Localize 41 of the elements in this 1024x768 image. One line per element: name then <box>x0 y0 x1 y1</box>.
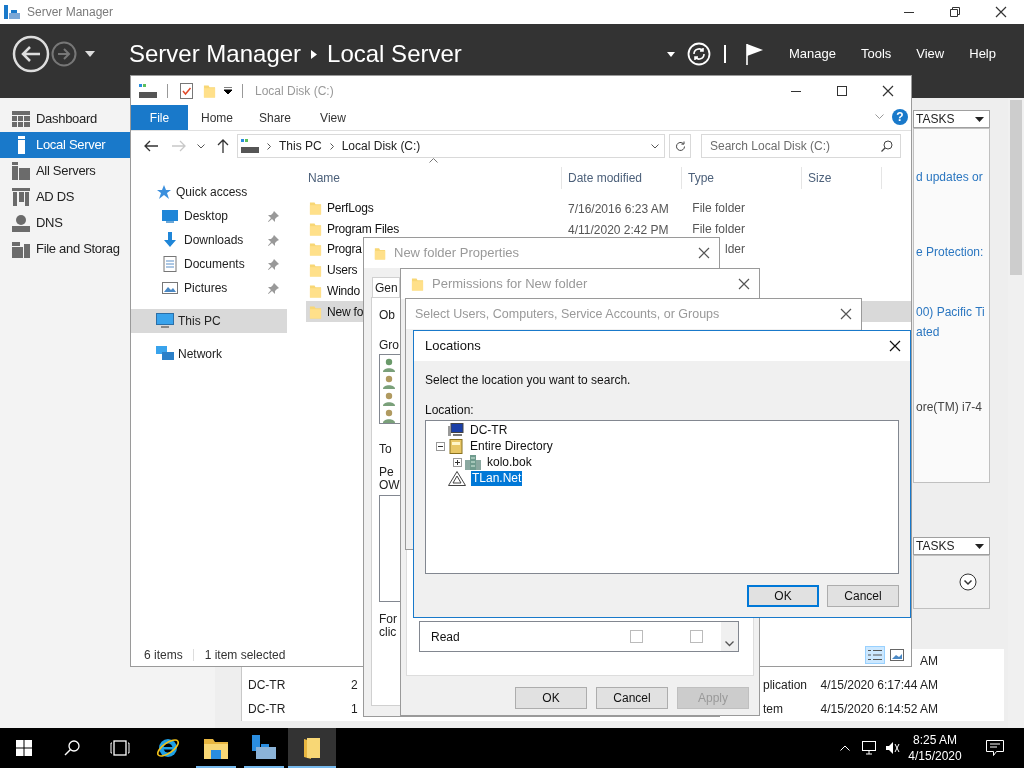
page-title: Local Server <box>327 39 462 69</box>
file-type: File folder <box>692 221 745 238</box>
file-type: File folder <box>692 200 745 217</box>
file-name: Users <box>327 261 358 279</box>
label-text: Gro <box>379 337 399 353</box>
label-text: OW <box>379 479 400 492</box>
dialog-title: Select Users, Computers, Service Accounts, or Groups <box>415 305 720 323</box>
label-text: For <box>379 613 397 626</box>
dialog-title: Permissions for New folder <box>432 275 588 294</box>
field-label: Location: <box>425 402 475 417</box>
file-name: New fo <box>327 303 364 321</box>
table-cell-text: 4/15/2020 6:14:52 AM <box>820 701 938 718</box>
file-name: Progra <box>327 240 362 258</box>
file-type: lder <box>725 240 745 258</box>
permission-name: Read <box>431 628 461 646</box>
dialog-title: Locations <box>425 337 481 356</box>
file-name: Windo <box>327 282 360 300</box>
file-name: Program Files <box>327 221 400 238</box>
label-text: clic <box>379 626 397 639</box>
file-name: PerfLogs <box>327 200 374 217</box>
file-date: 7/16/2016 6:23 AM <box>568 202 669 216</box>
window-title: Local Disk (C:) <box>255 82 334 100</box>
window-title: Server Manager <box>27 4 114 21</box>
label-text: Pe <box>379 466 394 479</box>
dialog-title: New folder Properties <box>394 244 519 263</box>
table-cell-text: 1 <box>351 701 359 718</box>
file-date: 4/11/2020 2:42 PM <box>568 223 669 237</box>
table-cell-text: tem <box>763 701 784 718</box>
table-cell-text: AM <box>920 653 938 670</box>
table-cell-text: DC-TR <box>247 701 287 718</box>
table-cell-text: 4/15/2020 6:17:44 AM <box>820 677 938 694</box>
property-value: ore(TM) i7-4 <box>915 399 983 416</box>
prompt-text: Select the location you want to search. <box>425 372 632 387</box>
breadcrumb-text: Server Manager <box>129 39 302 69</box>
status-text: 6 items <box>144 647 183 664</box>
table-cell-text: DC-TR <box>247 677 287 694</box>
status-text: 1 item selected <box>204 647 286 664</box>
label-text: Ob <box>379 307 395 323</box>
table-cell-text: plication <box>763 677 809 694</box>
table-cell-text: 2 <box>351 677 359 694</box>
label-text: To <box>379 441 392 457</box>
